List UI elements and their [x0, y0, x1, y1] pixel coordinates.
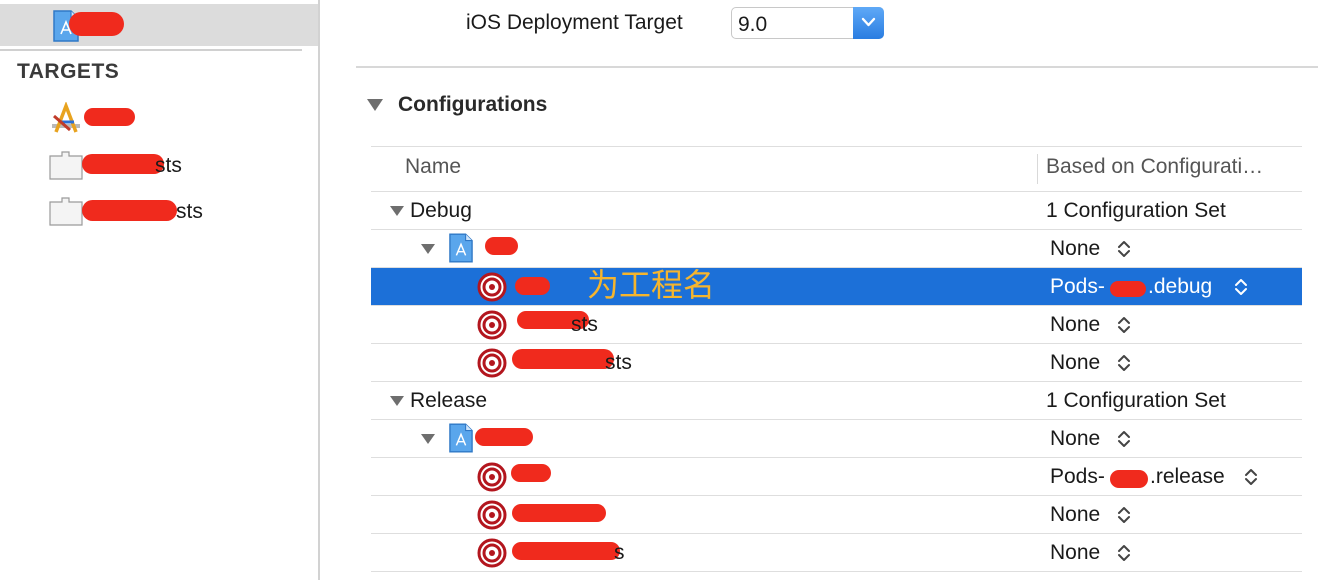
targets-heading: TARGETS	[17, 60, 120, 83]
base-config-value[interactable]: None	[1050, 313, 1100, 337]
annotation-text: 为工程名	[587, 267, 716, 303]
target-name-suffix: sts	[571, 313, 598, 336]
redaction-mark	[511, 464, 551, 482]
target-name-suffix: s	[614, 541, 625, 564]
table-row-separator	[371, 571, 1302, 572]
column-header-name[interactable]: Name	[405, 155, 461, 179]
sidebar-divider[interactable]	[318, 0, 320, 580]
deployment-target-value: 9.0	[738, 13, 768, 36]
target-icon	[477, 348, 507, 383]
updown-arrows-icon[interactable]	[1117, 505, 1131, 530]
base-config-value[interactable]: None	[1050, 427, 1100, 451]
project-file-icon	[449, 233, 473, 268]
disclosure-triangle-icon[interactable]	[389, 394, 405, 412]
updown-arrows-icon[interactable]	[1117, 353, 1131, 378]
deployment-target-select[interactable]: 9.0	[731, 7, 884, 39]
select-dropdown-button[interactable]	[853, 7, 884, 39]
updown-arrows-icon[interactable]	[1117, 315, 1131, 340]
redaction-mark	[69, 12, 124, 36]
config-group-name: Release	[410, 389, 488, 412]
redaction-mark	[82, 200, 177, 221]
redaction-mark	[1110, 281, 1146, 297]
sidebar-project-row[interactable]	[0, 4, 318, 46]
base-config-value-suffix: .release	[1150, 465, 1225, 488]
redaction-mark	[475, 428, 533, 446]
table-row-project[interactable]: None	[371, 230, 1302, 268]
redaction-mark	[485, 237, 518, 255]
table-border	[371, 146, 1302, 147]
column-separator[interactable]	[1037, 154, 1038, 184]
test-bundle-icon	[49, 150, 83, 185]
disclosure-triangle-icon[interactable]	[366, 98, 384, 117]
target-icon	[477, 272, 507, 307]
sidebar-target-uitests[interactable]: sts	[0, 192, 318, 232]
base-config-value[interactable]: None	[1050, 541, 1100, 565]
sidebar-target-app[interactable]	[0, 98, 318, 138]
redaction-mark	[84, 108, 135, 126]
app-target-icon	[50, 101, 82, 139]
table-row-target-app[interactable]: Pods- .debug	[371, 268, 1302, 306]
sidebar	[0, 0, 318, 580]
base-config-value[interactable]: Pods-	[1050, 465, 1105, 489]
configurations-table: Name Based on Configurati… Debug 1 Confi…	[371, 146, 1302, 580]
config-group-summary: 1 Configuration Set	[1046, 199, 1226, 222]
test-bundle-icon	[49, 196, 83, 231]
section-separator	[356, 66, 1318, 68]
sidebar-separator	[0, 49, 302, 51]
base-config-value[interactable]: None	[1050, 503, 1100, 527]
updown-arrows-icon[interactable]	[1117, 543, 1131, 568]
updown-arrows-icon[interactable]	[1117, 429, 1131, 454]
table-row-target-uitests[interactable]: s None	[371, 534, 1302, 572]
table-row-target-tests[interactable]: None	[371, 496, 1302, 534]
chevron-down-icon	[861, 17, 876, 27]
redaction-mark	[82, 154, 164, 174]
table-row-target-app[interactable]: Pods- .release	[371, 458, 1302, 496]
deployment-target-label: iOS Deployment Target	[466, 11, 683, 34]
disclosure-triangle-icon[interactable]	[389, 204, 405, 222]
table-row-target-tests[interactable]: sts None	[371, 306, 1302, 344]
redaction-mark	[512, 542, 620, 560]
disclosure-triangle-icon[interactable]	[420, 432, 436, 450]
disclosure-triangle-icon[interactable]	[420, 242, 436, 260]
redaction-mark	[512, 504, 606, 522]
updown-arrows-icon[interactable]	[1244, 467, 1258, 492]
updown-arrows-icon[interactable]	[1117, 239, 1131, 264]
redaction-mark	[1110, 470, 1148, 488]
redaction-mark	[515, 277, 550, 295]
config-group-summary: 1 Configuration Set	[1046, 389, 1226, 412]
updown-arrows-icon[interactable]	[1234, 277, 1248, 302]
column-header-based-on[interactable]: Based on Configurati…	[1046, 155, 1263, 179]
target-label-suffix: sts	[155, 154, 182, 177]
target-icon	[477, 538, 507, 573]
table-row-project[interactable]: None	[371, 420, 1302, 458]
configurations-heading: Configurations	[398, 93, 548, 116]
target-icon	[477, 310, 507, 345]
base-config-value[interactable]: None	[1050, 237, 1100, 261]
sidebar-target-tests[interactable]: sts	[0, 146, 318, 186]
config-group-name: Debug	[410, 199, 472, 222]
config-group-release[interactable]: Release 1 Configuration Set	[371, 382, 1302, 420]
config-group-debug[interactable]: Debug 1 Configuration Set	[371, 192, 1302, 230]
redaction-mark	[512, 349, 614, 369]
base-config-value-suffix: .debug	[1148, 275, 1213, 298]
target-name-suffix: sts	[605, 351, 632, 374]
target-icon	[477, 462, 507, 497]
project-file-icon	[449, 423, 473, 458]
target-label-suffix: sts	[176, 200, 203, 223]
target-icon	[477, 500, 507, 535]
table-row-target-uitests[interactable]: sts None	[371, 344, 1302, 382]
base-config-value[interactable]: Pods-	[1050, 275, 1105, 299]
base-config-value[interactable]: None	[1050, 351, 1100, 375]
